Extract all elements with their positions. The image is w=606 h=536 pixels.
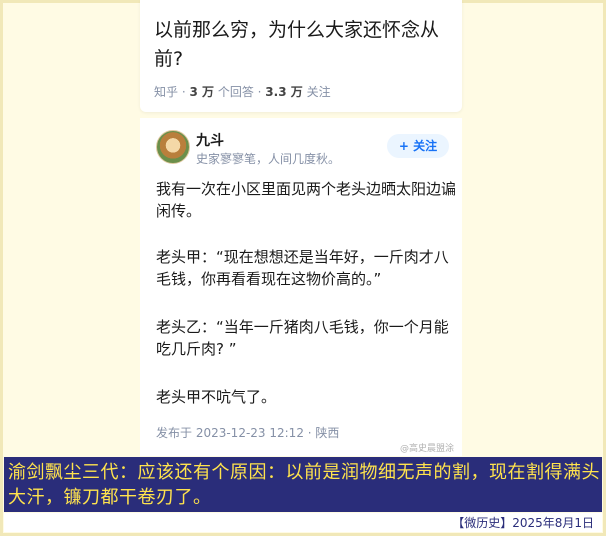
comment-banner: 渝剑飘尘三代：应该还有个原因：以前是润物细无声的割，现在割得满头大汗，镰刀都干卷… <box>4 457 602 512</box>
question-title[interactable]: 以前那么穷，为什么大家还怀念从前? <box>154 16 450 74</box>
answer-count: 3 万 <box>189 85 214 99</box>
answer-paragraph-1: 我有一次在小区里面见两个老头边晒太阳边谝闲传。 <box>156 180 457 220</box>
comment-text: 渝剑飘尘三代：应该还有个原因：以前是润物细无声的割，现在割得满头大汗，镰刀都干卷… <box>8 462 600 508</box>
question-card[interactable]: 以前那么穷，为什么大家还怀念从前? 知乎 · 3 万 个回答 · 3.3 万 关… <box>140 0 462 112</box>
author-bio: 史家寥寥笔，人间几度秋。 <box>196 152 341 166</box>
watermark: @高史晨盟涂 <box>400 444 455 454</box>
source-label: 知乎 <box>154 85 179 99</box>
avatar[interactable] <box>156 130 190 164</box>
publish-info: 发布于 2023-12-23 12:12 · 陕西 <box>156 426 340 440</box>
answer-count-label: 个回答 <box>217 85 254 99</box>
follower-count-label: 关注 <box>306 85 331 99</box>
author-name[interactable]: 九斗 <box>196 130 224 150</box>
follower-count: 3.3 万 <box>265 85 303 99</box>
follow-button[interactable]: + 关注 <box>387 134 449 158</box>
answer-paragraph-2: 老头甲：“现在想想还是当年好，一斤肉才八毛钱，你再看看现在这物价高的。” <box>156 248 449 288</box>
answer-paragraph-3: 老头乙：“当年一斤猪肉八毛钱，你一个月能吃几斤肉? ” <box>156 318 449 358</box>
footer-bar: 【微历史】2025年8月1日 <box>4 513 602 532</box>
answer-paragraph-4: 老头甲不吭气了。 <box>156 388 277 406</box>
footer-credit: 【微历史】2025年8月1日 <box>452 516 594 530</box>
answer-card: 九斗 史家寥寥笔，人间几度秋。 + 关注 我有一次在小区里面见两个老头边晒太阳边… <box>140 118 462 456</box>
question-meta: 知乎 · 3 万 个回答 · 3.3 万 关注 <box>154 85 331 99</box>
